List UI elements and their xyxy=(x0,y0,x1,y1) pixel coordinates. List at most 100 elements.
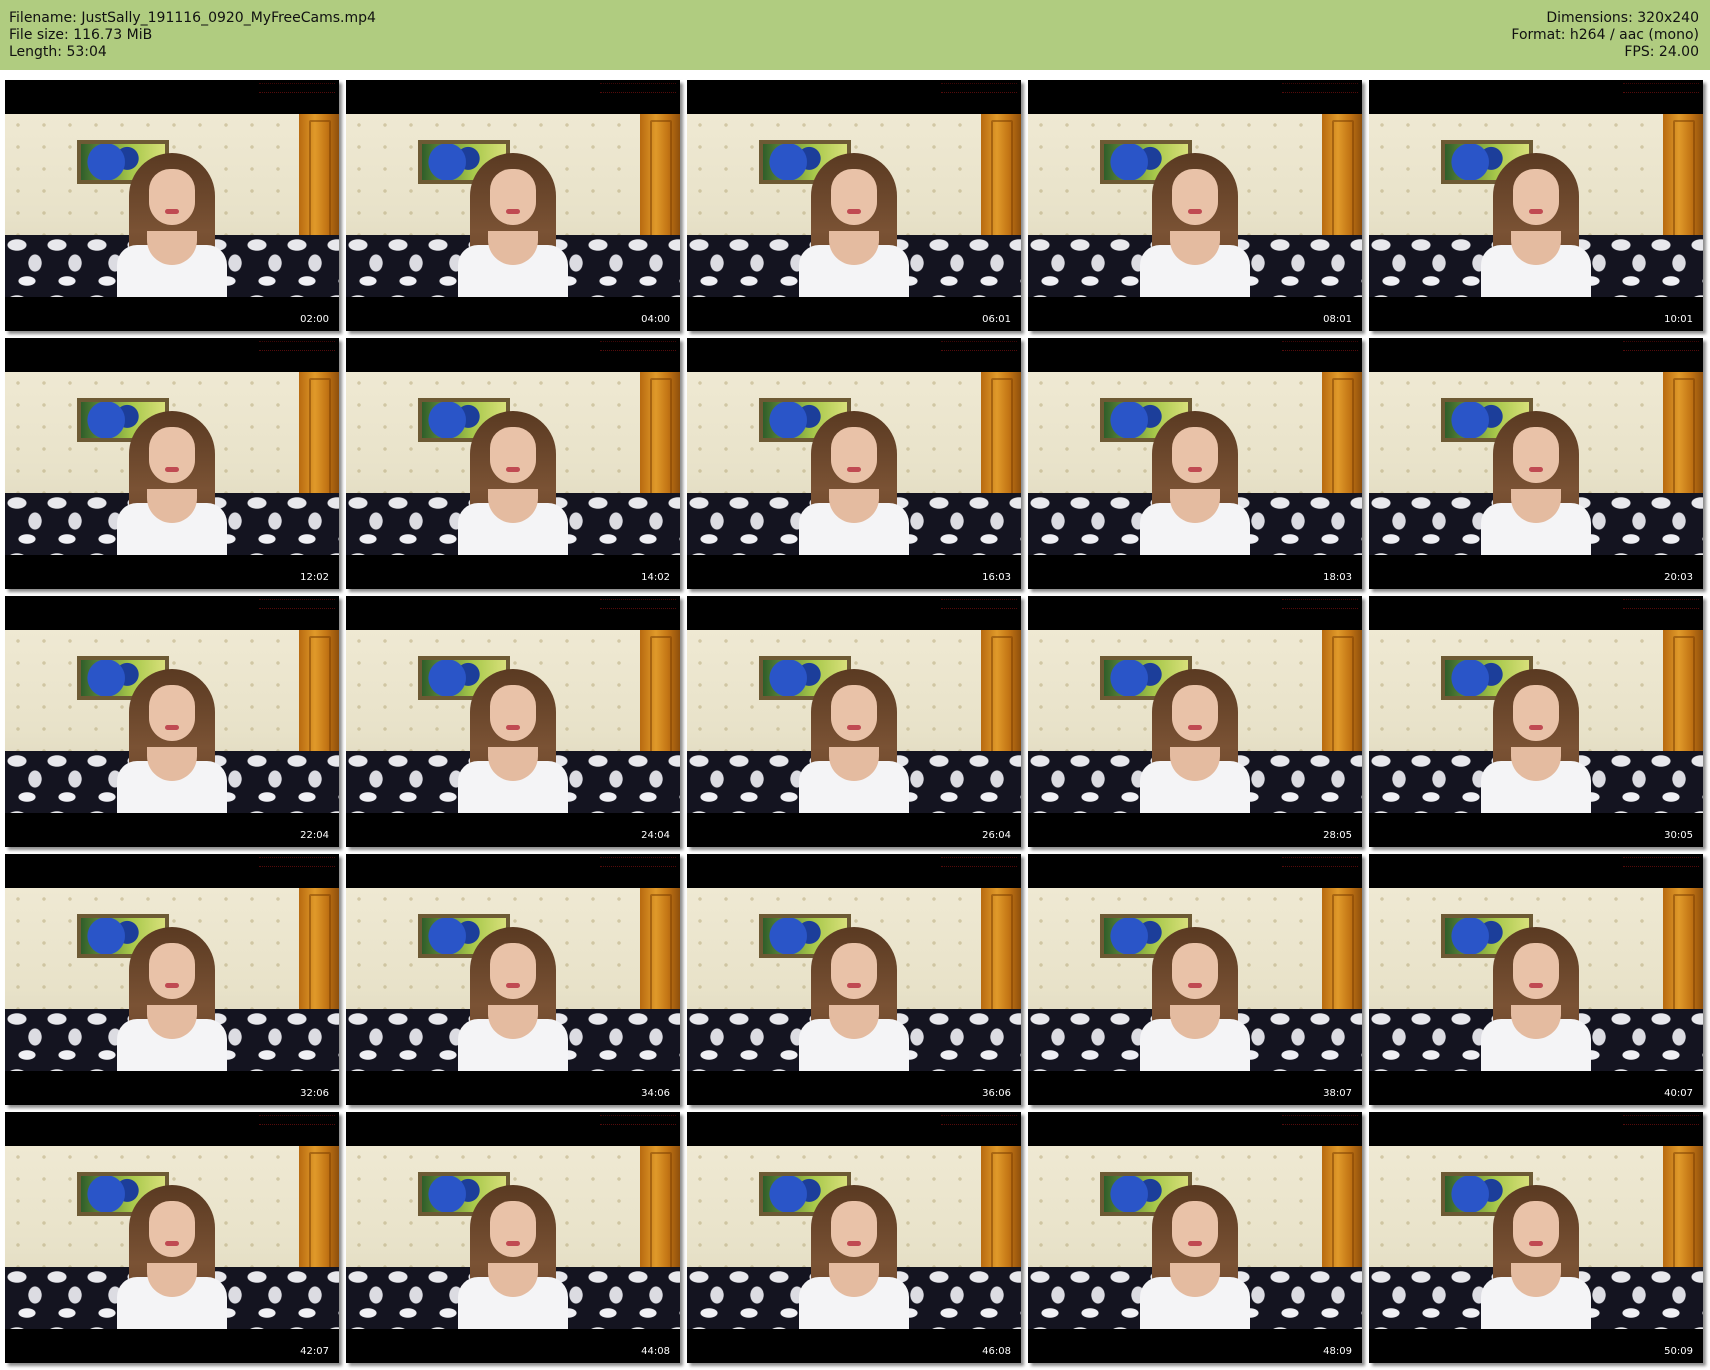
thumbnail-timestamp: 46:08 xyxy=(982,1346,1011,1357)
watermark xyxy=(941,857,1017,867)
thumbnail-frame: 32:06 xyxy=(5,854,339,1105)
watermark xyxy=(600,83,676,93)
thumbnail-timestamp: 32:06 xyxy=(300,1088,329,1099)
thumbnail-frame: 18:03 xyxy=(1028,338,1362,589)
person xyxy=(1471,1179,1601,1329)
thumbnail-timestamp: 10:01 xyxy=(1664,314,1693,325)
video-frame-image xyxy=(687,888,1021,1071)
thumbnail-frame: 02:00 xyxy=(5,80,339,331)
thumbnail-timestamp: 08:01 xyxy=(1323,314,1352,325)
thumbnail-frame: 36:06 xyxy=(687,854,1021,1105)
watermark xyxy=(1623,857,1699,867)
watermark xyxy=(259,857,335,867)
thumbnail-frame: 10:01 xyxy=(1369,80,1703,331)
watermark xyxy=(600,599,676,609)
video-frame-image xyxy=(687,1146,1021,1329)
thumbnail-timestamp: 36:06 xyxy=(982,1088,1011,1099)
thumbnail-timestamp: 48:09 xyxy=(1323,1346,1352,1357)
thumbnail-frame: 12:02 xyxy=(5,338,339,589)
video-frame-image xyxy=(1028,114,1362,297)
watermark xyxy=(941,599,1017,609)
person xyxy=(107,405,237,555)
person xyxy=(789,1179,919,1329)
thumbnail-timestamp: 12:02 xyxy=(300,572,329,583)
watermark xyxy=(941,83,1017,93)
thumbnail-frame: 40:07 xyxy=(1369,854,1703,1105)
person xyxy=(1130,663,1260,813)
thumbnail-frame: 44:08 xyxy=(346,1112,680,1363)
thumbnail-timestamp: 30:05 xyxy=(1664,830,1693,841)
watermark xyxy=(1623,599,1699,609)
thumbnail-timestamp: 18:03 xyxy=(1323,572,1352,583)
thumbnail-frame: 30:05 xyxy=(1369,596,1703,847)
video-frame-image xyxy=(1028,888,1362,1071)
video-frame-image xyxy=(346,888,680,1071)
thumbnail-grid: 02:00 04:00 06:01 08:01 10:01 12:02 14:02 16:03… xyxy=(0,0,1710,1370)
person xyxy=(1130,1179,1260,1329)
thumbnail-timestamp: 14:02 xyxy=(641,572,670,583)
thumbnail-timestamp: 04:00 xyxy=(641,314,670,325)
thumbnail-frame: 20:03 xyxy=(1369,338,1703,589)
video-frame-image xyxy=(1028,1146,1362,1329)
video-frame-image xyxy=(346,630,680,813)
video-frame-image xyxy=(346,1146,680,1329)
person xyxy=(107,147,237,297)
person xyxy=(448,405,578,555)
thumbnail-frame: 04:00 xyxy=(346,80,680,331)
thumbnail-timestamp: 42:07 xyxy=(300,1346,329,1357)
person xyxy=(789,147,919,297)
watermark xyxy=(1282,857,1358,867)
video-frame-image xyxy=(687,630,1021,813)
person xyxy=(107,1179,237,1329)
thumbnail-frame: 14:02 xyxy=(346,338,680,589)
video-frame-image xyxy=(5,372,339,555)
watermark xyxy=(600,1115,676,1125)
watermark xyxy=(259,341,335,351)
video-frame-image xyxy=(5,114,339,297)
person xyxy=(1130,405,1260,555)
person xyxy=(448,921,578,1071)
watermark xyxy=(600,341,676,351)
person xyxy=(1471,405,1601,555)
thumbnail-timestamp: 24:04 xyxy=(641,830,670,841)
thumbnail-timestamp: 16:03 xyxy=(982,572,1011,583)
video-frame-image xyxy=(1369,888,1703,1071)
thumbnail-frame: 38:07 xyxy=(1028,854,1362,1105)
person xyxy=(1471,147,1601,297)
video-frame-image xyxy=(687,372,1021,555)
video-frame-image xyxy=(5,630,339,813)
person xyxy=(1130,921,1260,1071)
thumbnail-frame: 16:03 xyxy=(687,338,1021,589)
thumbnail-timestamp: 38:07 xyxy=(1323,1088,1352,1099)
person xyxy=(1471,663,1601,813)
thumbnail-timestamp: 40:07 xyxy=(1664,1088,1693,1099)
thumbnail-timestamp: 34:06 xyxy=(641,1088,670,1099)
thumbnail-frame: 26:04 xyxy=(687,596,1021,847)
video-frame-image xyxy=(1369,630,1703,813)
video-frame-image xyxy=(1028,372,1362,555)
thumbnail-timestamp: 44:08 xyxy=(641,1346,670,1357)
video-frame-image xyxy=(5,1146,339,1329)
video-frame-image xyxy=(346,114,680,297)
thumbnail-frame: 46:08 xyxy=(687,1112,1021,1363)
thumbnail-timestamp: 50:09 xyxy=(1664,1346,1693,1357)
video-frame-image xyxy=(5,888,339,1071)
person xyxy=(107,663,237,813)
watermark xyxy=(1282,599,1358,609)
thumbnail-frame: 22:04 xyxy=(5,596,339,847)
watermark xyxy=(600,857,676,867)
video-frame-image xyxy=(1369,372,1703,555)
thumbnail-timestamp: 28:05 xyxy=(1323,830,1352,841)
person xyxy=(448,1179,578,1329)
watermark xyxy=(1282,83,1358,93)
watermark xyxy=(1282,341,1358,351)
watermark xyxy=(1282,1115,1358,1125)
watermark xyxy=(941,1115,1017,1125)
thumbnail-frame: 06:01 xyxy=(687,80,1021,331)
thumbnail-frame: 48:09 xyxy=(1028,1112,1362,1363)
watermark xyxy=(1623,83,1699,93)
thumbnail-timestamp: 26:04 xyxy=(982,830,1011,841)
video-frame-image xyxy=(1028,630,1362,813)
thumbnail-frame: 42:07 xyxy=(5,1112,339,1363)
person xyxy=(789,405,919,555)
